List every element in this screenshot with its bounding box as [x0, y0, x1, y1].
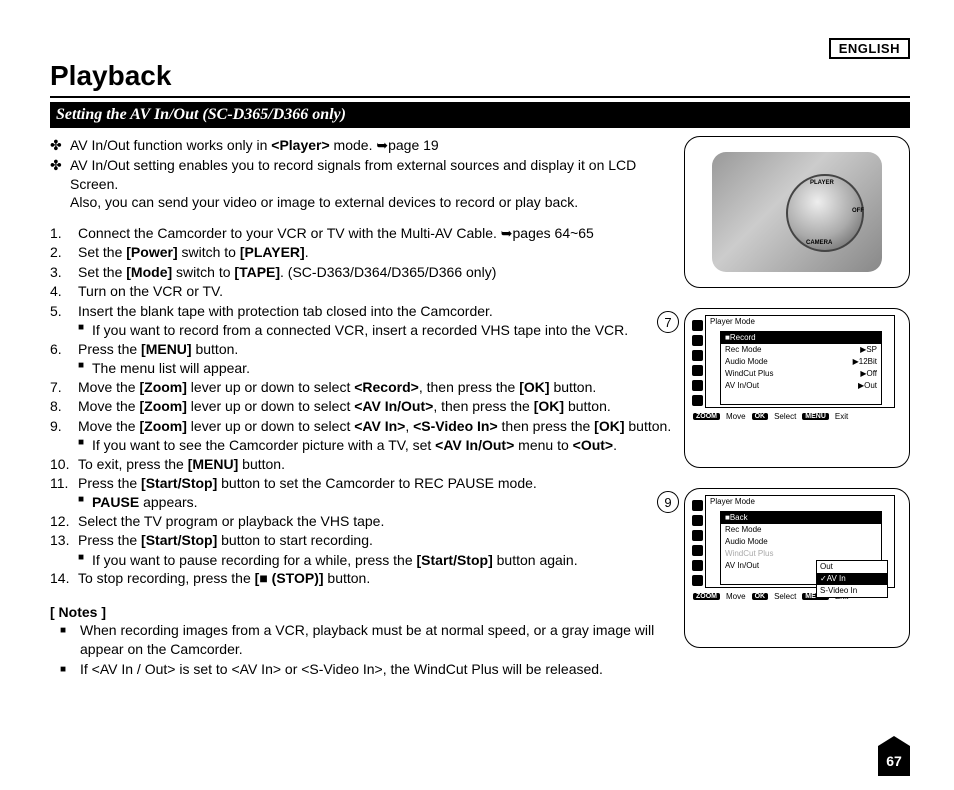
intro-line: AV In/Out setting enables you to record …	[70, 156, 676, 211]
note-item: If <AV In / Out> is set to <AV In> or <S…	[80, 660, 603, 678]
section-heading: Setting the AV In/Out (SC-D365/D366 only…	[50, 102, 910, 128]
notes-heading: [ Notes ]	[50, 603, 676, 621]
page-number: 67	[878, 746, 910, 776]
figure-number: 9	[657, 491, 679, 513]
body-text: ✤AV In/Out function works only in <Playe…	[50, 136, 676, 681]
figure-number: 7	[657, 311, 679, 333]
menu-footer: ZOOMMove OKSelect MENUExit	[691, 408, 903, 421]
figure-menu-record: 7 Player Mode ■Record Rec Mode▶SP Audio …	[684, 308, 910, 468]
submenu-av: Out ✓AV In S-Video In	[816, 560, 888, 598]
figure-power-switch: 2 PLAYER OFF CAMERA	[684, 136, 910, 288]
menu-title: Player Mode	[706, 316, 894, 327]
note-item: When recording images from a VCR, playba…	[80, 621, 676, 658]
page-title: Playback	[50, 60, 910, 98]
menu-title: Player Mode	[706, 496, 894, 507]
language-label: ENGLISH	[829, 38, 910, 59]
figure-menu-avinout: 9 Player Mode ■Back Rec Mode Audio Mode …	[684, 488, 910, 648]
intro-line: AV In/Out function works only in <Player…	[70, 136, 439, 154]
